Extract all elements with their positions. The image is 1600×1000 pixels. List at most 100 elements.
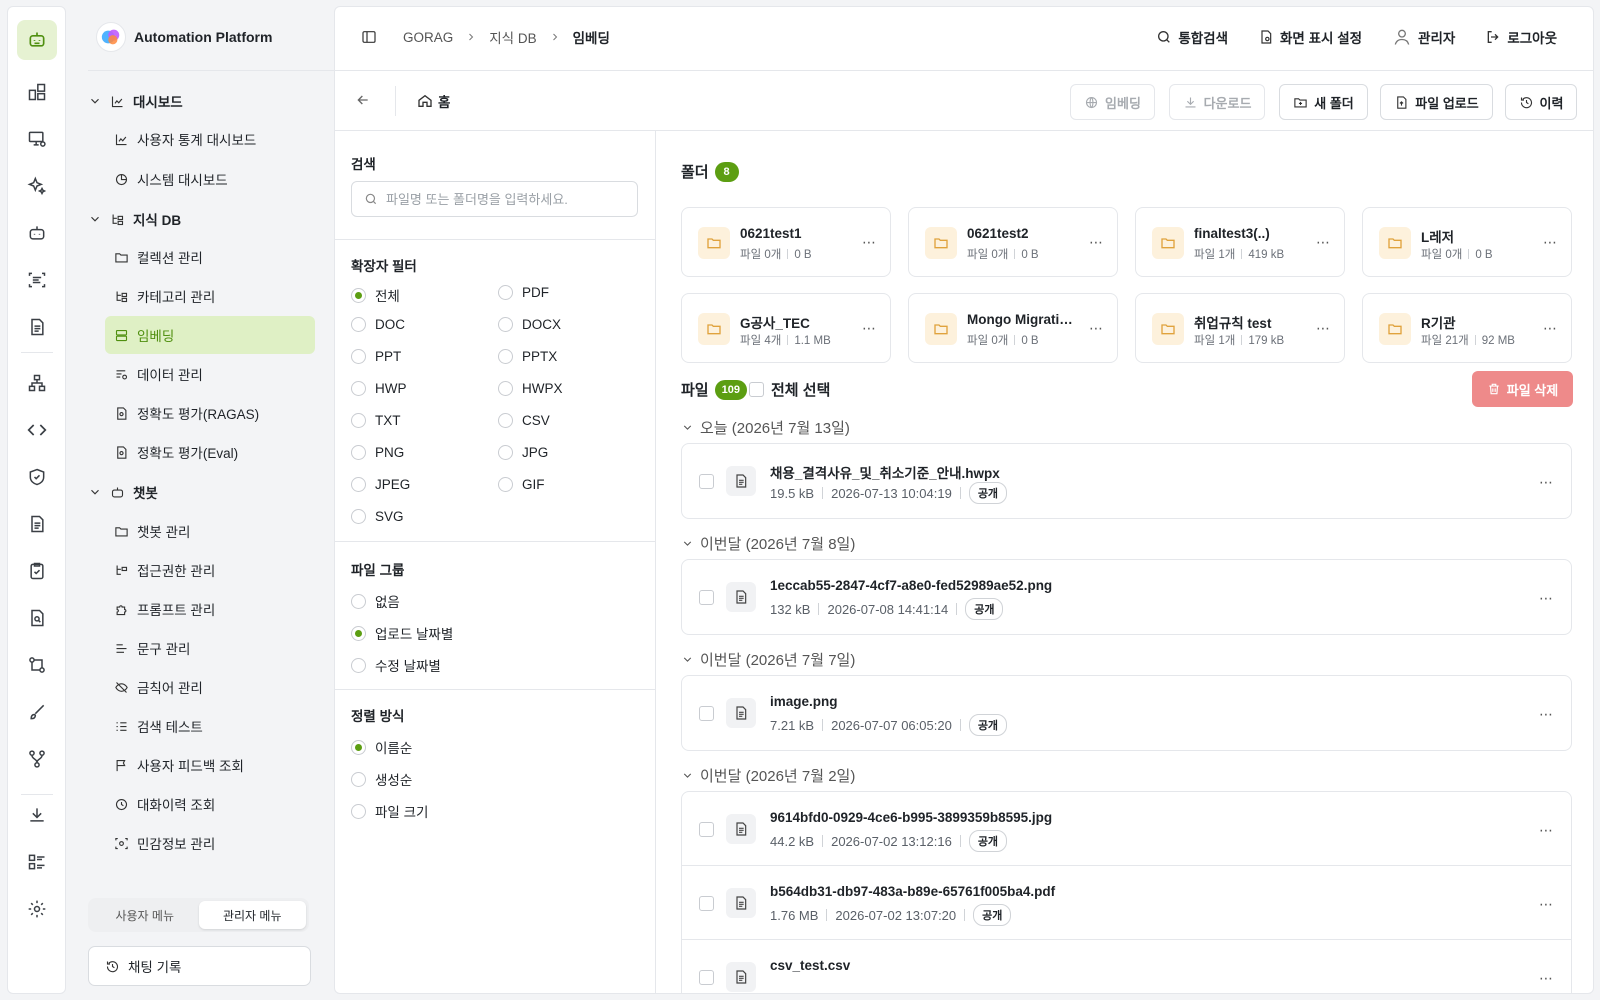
nav-item-access[interactable]: 접근권한 관리 [105, 551, 315, 589]
ext-radio-jpeg[interactable]: JPEG [351, 477, 410, 492]
admin-menu-tab[interactable]: 관리자 메뉴 [198, 901, 306, 929]
git-compare-icon[interactable] [23, 651, 51, 679]
new-folder-button[interactable]: 새 폴더 [1279, 84, 1368, 120]
robot-icon[interactable] [23, 219, 51, 247]
sort-radio-created[interactable]: 생성순 [351, 769, 412, 789]
nav-item-banned-words[interactable]: 금칙어 관리 [105, 668, 315, 706]
dashboard-icon[interactable] [23, 78, 51, 106]
breadcrumb-item[interactable]: 지식 DB [489, 27, 536, 47]
global-search-button[interactable]: 통합검색 [1156, 27, 1228, 47]
embed-button[interactable]: 임베딩 [1070, 84, 1155, 120]
file-row[interactable]: 1eccab55-2847-4cf7-a8e0-fed52989ae52.png… [681, 559, 1572, 635]
bot-app-icon[interactable] [17, 20, 57, 60]
more-options-icon[interactable]: ⋯ [1539, 822, 1553, 839]
file-checkbox[interactable] [699, 970, 714, 985]
home-breadcrumb[interactable]: 홈 [417, 91, 450, 111]
file-row[interactable]: b564db31-db97-483a-b89e-65761f005ba4.pdf… [681, 865, 1572, 940]
settings-icon[interactable] [23, 895, 51, 923]
more-options-icon[interactable]: ⋯ [1543, 320, 1557, 337]
ext-radio-hwp[interactable]: HWP [351, 381, 407, 396]
folder-card[interactable]: G공사_TEC 파일 4개 1.1 MB ⋯ [681, 293, 891, 363]
ext-radio-docx[interactable]: DOCX [498, 317, 561, 332]
file-group-header[interactable]: 이번달 (2026년 7월 2일) [681, 765, 855, 786]
ext-radio-png[interactable]: PNG [351, 445, 404, 460]
nav-item-embedding[interactable]: 임베딩 [105, 316, 315, 354]
scan-text-icon[interactable] [23, 266, 51, 294]
user-menu-tab[interactable]: 사용자 메뉴 [91, 901, 199, 929]
more-options-icon[interactable]: ⋯ [1539, 474, 1553, 491]
code-icon[interactable] [23, 416, 51, 444]
more-options-icon[interactable]: ⋯ [1316, 320, 1330, 337]
ext-radio-csv[interactable]: CSV [498, 413, 550, 428]
file-group-header[interactable]: 이번달 (2026년 7월 7일) [681, 649, 855, 670]
more-options-icon[interactable]: ⋯ [1089, 234, 1103, 251]
nav-group-chatbot[interactable]: 챗봇 [88, 479, 158, 505]
logout-button[interactable]: 로그아웃 [1485, 27, 1557, 47]
list-icon[interactable] [23, 848, 51, 876]
download-icon[interactable] [23, 801, 51, 829]
file-text-icon[interactable] [23, 510, 51, 538]
select-all[interactable]: 전체 선택 [749, 379, 830, 400]
file-checkbox[interactable] [699, 706, 714, 721]
ext-radio-hwpx[interactable]: HWPX [498, 381, 563, 396]
ext-radio-pdf[interactable]: PDF [498, 285, 549, 300]
more-options-icon[interactable]: ⋯ [1089, 320, 1103, 337]
folder-card[interactable]: 취업규칙 test 파일 1개 179 kB ⋯ [1135, 293, 1345, 363]
nav-item-category[interactable]: 카테고리 관리 [105, 277, 315, 315]
more-options-icon[interactable]: ⋯ [1543, 234, 1557, 251]
file-search-icon[interactable] [23, 604, 51, 632]
file-row[interactable]: 채용_결격사유_및_취소기준_안내.hwpx 19.5 kB 2026-07-13… [681, 443, 1572, 519]
more-options-icon[interactable]: ⋯ [1539, 706, 1553, 723]
file-search-input[interactable] [386, 191, 616, 207]
ext-radio-svg[interactable]: SVG [351, 509, 404, 524]
git-fork-icon[interactable] [23, 745, 51, 773]
file-row[interactable]: 9614bfd0-0929-4ce6-b995-3899359b8595.jpg… [681, 791, 1572, 866]
file-checkbox[interactable] [699, 896, 714, 911]
folder-card[interactable]: R기관 파일 21개 92 MB ⋯ [1362, 293, 1572, 363]
nav-item-feedback[interactable]: 사용자 피드백 조회 [105, 746, 315, 784]
file-checkbox[interactable] [699, 590, 714, 605]
group-radio-modified-date[interactable]: 수정 날짜별 [351, 655, 441, 675]
ext-radio-pptx[interactable]: PPTX [498, 349, 557, 364]
user-menu-button[interactable]: 관리자 [1392, 27, 1455, 47]
folder-card[interactable]: 0621test2 파일 0개 0 B ⋯ [908, 207, 1118, 277]
ext-radio-ppt[interactable]: PPT [351, 349, 401, 364]
nav-item-data[interactable]: 데이터 관리 [105, 355, 315, 393]
back-button[interactable] [355, 92, 371, 111]
nav-item-chat-logs[interactable]: 대화이력 조회 [105, 785, 315, 823]
more-options-icon[interactable]: ⋯ [862, 234, 876, 251]
group-radio-none[interactable]: 없음 [351, 591, 400, 611]
file-row[interactable]: image.png 7.21 kB 2026-07-07 06:05:20 공개 ⋯ [681, 675, 1572, 751]
nav-item-user-stats[interactable]: 사용자 통계 대시보드 [105, 120, 315, 158]
folder-card[interactable]: 0621test1 파일 0개 0 B ⋯ [681, 207, 891, 277]
group-radio-upload-date[interactable]: 업로드 날짜별 [351, 623, 453, 643]
folder-card[interactable]: L레저 파일 0개 0 B ⋯ [1362, 207, 1572, 277]
sparkles-icon[interactable] [23, 172, 51, 200]
nav-item-eval[interactable]: 정확도 평가(Eval) [105, 433, 315, 471]
more-options-icon[interactable]: ⋯ [1539, 590, 1553, 607]
brush-icon[interactable] [23, 698, 51, 726]
ext-radio-gif[interactable]: GIF [498, 477, 545, 492]
display-settings-button[interactable]: 화면 표시 설정 [1258, 27, 1362, 47]
nav-item-ragas[interactable]: 정확도 평가(RAGAS) [105, 394, 315, 432]
nav-item-prompt[interactable]: 프롬프트 관리 [105, 590, 315, 628]
more-options-icon[interactable]: ⋯ [1316, 234, 1330, 251]
ext-radio-txt[interactable]: TXT [351, 413, 401, 428]
breadcrumb-item[interactable]: GORAG [403, 30, 453, 45]
nav-group-dashboard[interactable]: 대시보드 [88, 88, 183, 114]
chat-history-button[interactable]: 채팅 기록 [88, 946, 311, 986]
history-button[interactable]: 이력 [1505, 84, 1577, 120]
nav-item-sensitive[interactable]: 민감정보 관리 [105, 824, 315, 862]
file-row[interactable]: csv_test.csv ⋯ [681, 939, 1572, 993]
nav-item-system-dashboard[interactable]: 시스템 대시보드 [105, 160, 315, 198]
ext-radio-jpg[interactable]: JPG [498, 445, 548, 460]
clipboard-check-icon[interactable] [23, 557, 51, 585]
shield-check-icon[interactable] [23, 463, 51, 491]
nav-item-chatbot-manage[interactable]: 챗봇 관리 [105, 512, 315, 550]
ext-radio-doc[interactable]: DOC [351, 317, 405, 332]
nav-item-collection[interactable]: 컬렉션 관리 [105, 238, 315, 276]
select-all-checkbox[interactable] [749, 382, 764, 397]
more-options-icon[interactable]: ⋯ [1539, 896, 1553, 913]
upload-button[interactable]: 파일 업로드 [1380, 84, 1493, 120]
file-checkbox[interactable] [699, 474, 714, 489]
